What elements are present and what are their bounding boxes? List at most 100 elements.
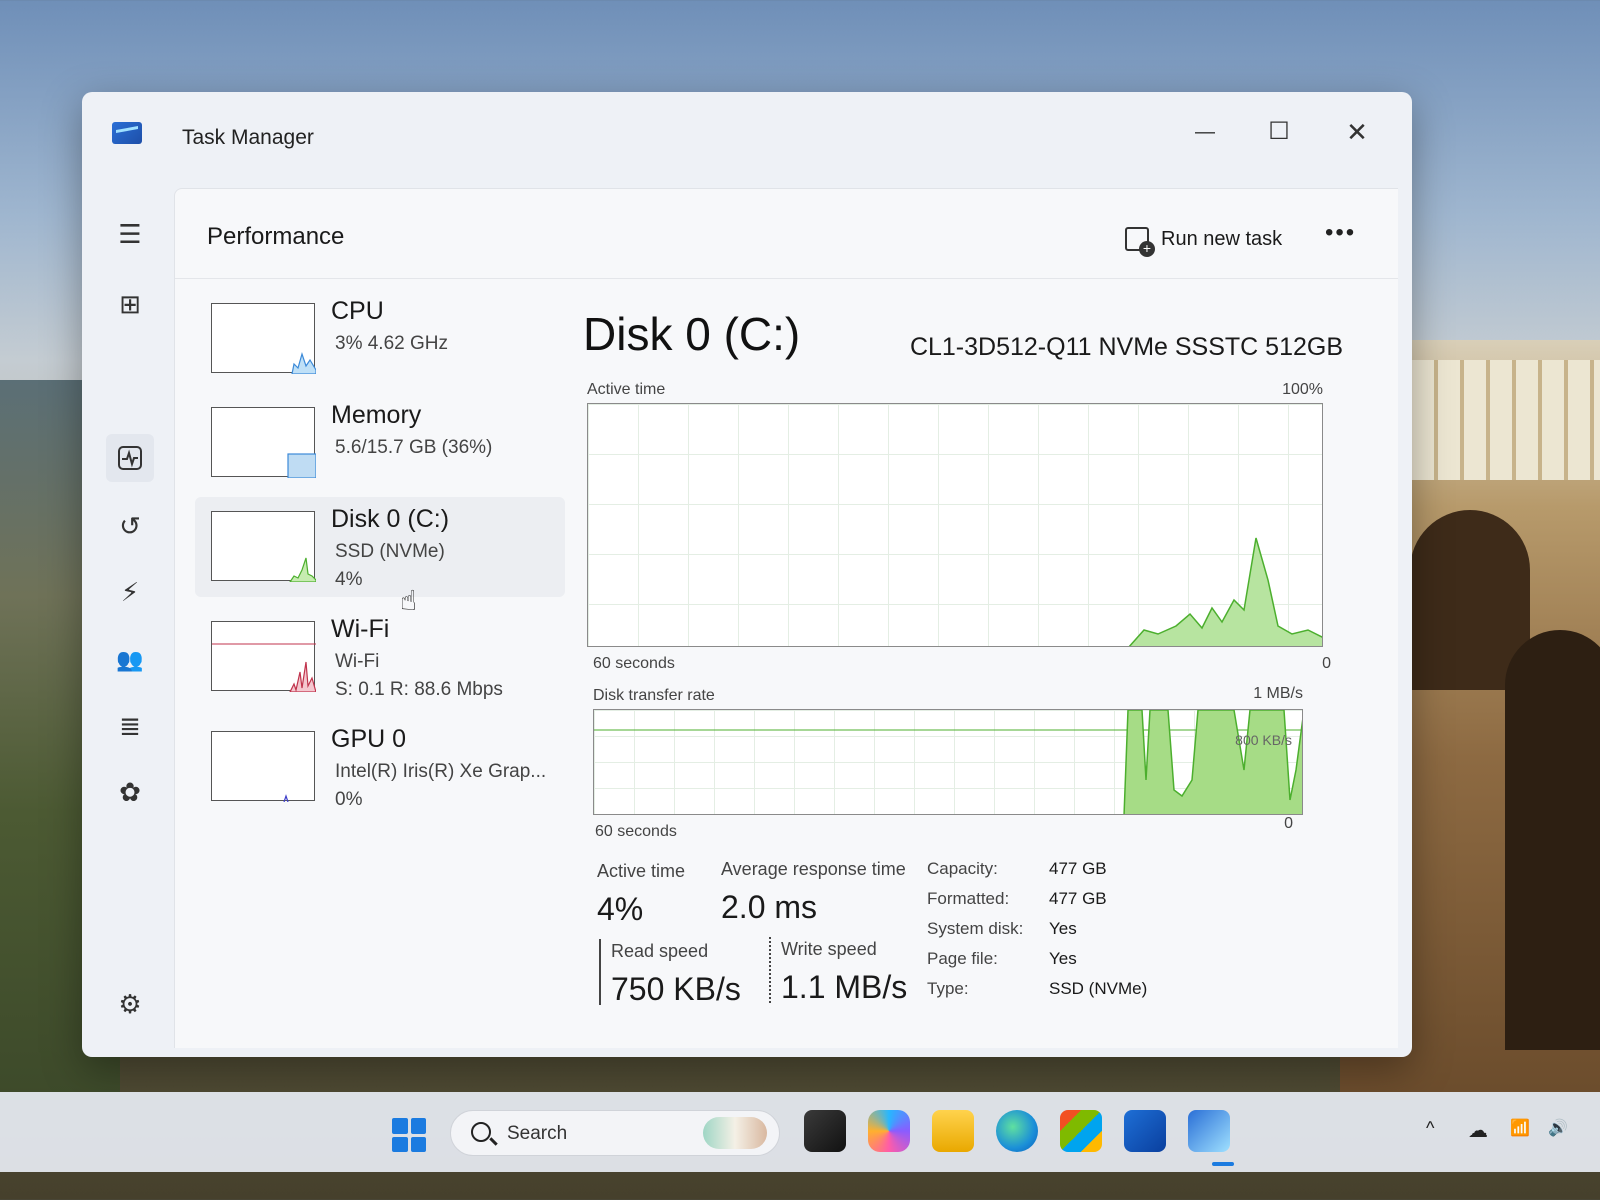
edge-icon[interactable] xyxy=(996,1110,1038,1152)
hand-pointer-cursor-icon: ☝ xyxy=(400,585,418,616)
active-time-value: 4% xyxy=(597,891,644,927)
device-item-memory[interactable]: Memory 5.6/15.7 GB (36%) xyxy=(195,393,565,493)
minimize-button[interactable]: — xyxy=(1180,114,1230,150)
device-throughput: S: 0.1 R: 88.6 Mbps xyxy=(335,679,503,700)
outlook-icon[interactable] xyxy=(1124,1110,1166,1152)
disk-mini-graph-svg xyxy=(288,557,317,583)
device-name: CPU xyxy=(331,297,384,325)
services-icon[interactable]: ✿ xyxy=(106,768,154,816)
task-manager-taskbar-icon[interactable] xyxy=(1188,1110,1230,1152)
property-value: 477 GB xyxy=(1049,859,1107,878)
task-manager-window: Task Manager — ☐ ✕ ☰ ⊞ ↺ ⚡ 👥 ≣ ✿ ⚙ Perfo… xyxy=(82,92,1412,1057)
wifi-mini-graph xyxy=(211,621,317,693)
cpu-mini-graph-area xyxy=(291,351,317,375)
desktop-bridge-arch-large xyxy=(1505,630,1600,1050)
avg-response-value: 2.0 ms xyxy=(721,889,818,925)
taskbar-search-box[interactable]: Search xyxy=(450,1110,780,1156)
write-speed-value: 1.1 MB/s xyxy=(781,969,908,1005)
startup-apps-icon[interactable]: ⚡ xyxy=(106,568,154,616)
transfer-graph-min: 0 xyxy=(1284,815,1293,832)
property-key: System disk: xyxy=(927,919,1024,938)
read-speed-divider xyxy=(599,939,601,1005)
memory-mini-graph xyxy=(211,407,317,479)
page-title: Performance xyxy=(207,223,345,250)
property-value: Yes xyxy=(1049,949,1077,968)
memory-mini-graph-fill xyxy=(287,453,317,479)
disk-mini-graph-area xyxy=(288,557,317,583)
active-time-graph-area xyxy=(1128,537,1322,646)
run-new-task-label: Run new task xyxy=(1161,227,1283,250)
microsoft-store-icon[interactable] xyxy=(1060,1110,1102,1152)
start-button[interactable] xyxy=(392,1118,426,1152)
task-manager-app-icon xyxy=(112,122,142,144)
panel-header: Performance Run new task ••• xyxy=(175,189,1398,279)
copilot-icon[interactable] xyxy=(868,1110,910,1152)
transfer-graph-mid-label: 800 KB/s xyxy=(1235,732,1292,748)
title-bar[interactable]: Task Manager — ☐ ✕ xyxy=(82,92,1412,180)
property-value: Yes xyxy=(1049,919,1077,938)
device-item-gpu[interactable]: GPU 0 Intel(R) Iris(R) Xe Grap... 0% xyxy=(195,717,565,817)
processes-icon[interactable]: ⊞ xyxy=(106,280,154,328)
gpu-mini-graph-svg xyxy=(283,794,289,803)
transfer-rate-graph: 800 KB/s xyxy=(593,709,1303,815)
details-icon[interactable]: ≣ xyxy=(106,702,154,750)
write-speed-label: Write speed xyxy=(781,939,877,959)
device-item-wifi[interactable]: Wi-Fi Wi-Fi S: 0.1 R: 88.6 Mbps xyxy=(195,607,565,707)
property-key: Type: xyxy=(927,979,969,998)
volume-tray-icon[interactable]: 🔊 xyxy=(1548,1118,1568,1138)
settings-gear-icon[interactable]: ⚙ xyxy=(106,980,154,1028)
avg-response-label: Average response time xyxy=(721,859,906,879)
active-time-graph-label: Active time xyxy=(587,381,666,398)
transfer-graph-max: 1 MB/s xyxy=(1253,685,1303,702)
tray-overflow-chevron-icon[interactable]: ^ xyxy=(1426,1118,1434,1139)
disk-model: CL1-3D512-Q11 NVMe SSSTC 512GB xyxy=(909,333,1343,361)
active-time-label: Active time xyxy=(597,861,686,881)
device-usage: 4% xyxy=(335,569,363,590)
wifi-tray-icon[interactable]: 📶 xyxy=(1510,1118,1530,1138)
device-detail: Wi-Fi xyxy=(335,651,380,672)
app-history-icon[interactable]: ↺ xyxy=(106,502,154,550)
device-name: GPU 0 xyxy=(331,725,407,753)
gpu-mini-graph-line xyxy=(283,794,289,803)
write-speed-divider xyxy=(769,937,771,1003)
property-value: SSD (NVMe) xyxy=(1049,979,1148,998)
device-detail: Intel(R) Iris(R) Xe Grap... xyxy=(335,761,547,782)
cloud-offline-icon[interactable]: ☁ xyxy=(1468,1118,1488,1143)
cpu-mini-graph-svg xyxy=(291,351,317,375)
performance-icon[interactable] xyxy=(106,434,154,482)
transfer-graph-label: Disk transfer rate xyxy=(593,687,715,704)
hamburger-menu-icon[interactable]: ☰ xyxy=(106,210,154,258)
active-time-graph-min: 0 xyxy=(1322,655,1331,672)
performance-pulse-icon xyxy=(118,446,142,470)
device-item-cpu[interactable]: CPU 3% 4.62 GHz xyxy=(195,289,565,389)
maximize-button[interactable]: ☐ xyxy=(1254,114,1304,150)
device-name: Wi-Fi xyxy=(331,615,390,643)
active-app-indicator xyxy=(1212,1162,1234,1166)
wifi-mini-graph-area xyxy=(289,661,317,693)
more-options-button[interactable]: ••• xyxy=(1325,219,1356,247)
device-detail: 3% 4.62 GHz xyxy=(335,333,448,354)
property-key: Capacity: xyxy=(927,859,998,878)
active-time-graph xyxy=(587,403,1323,647)
file-explorer-icon[interactable] xyxy=(932,1110,974,1152)
start-logo-tile xyxy=(410,1136,426,1152)
property-key: Page file: xyxy=(927,949,998,968)
device-detail: 5.6/15.7 GB (36%) xyxy=(335,437,493,458)
run-task-icon xyxy=(1125,227,1155,257)
device-usage: 0% xyxy=(335,789,363,810)
taskbar: Search ^ ☁ 📶 🔊 xyxy=(0,1092,1600,1172)
device-item-disk[interactable]: Disk 0 (C:) SSD (NVMe) 4% xyxy=(195,497,565,597)
cpu-mini-graph xyxy=(211,303,317,375)
search-placeholder: Search xyxy=(507,1123,568,1144)
run-new-task-button[interactable]: Run new task xyxy=(1125,223,1283,257)
device-name: Memory xyxy=(331,401,422,429)
transfer-graph-time: 60 seconds xyxy=(595,823,677,840)
device-detail: SSD (NVMe) xyxy=(335,541,445,562)
task-view-icon[interactable] xyxy=(804,1110,846,1152)
read-speed-value: 750 KB/s xyxy=(611,971,741,1007)
transfer-rate-graph-svg xyxy=(594,710,1302,814)
users-icon[interactable]: 👥 xyxy=(106,636,154,684)
search-icon xyxy=(471,1122,491,1142)
close-button[interactable]: ✕ xyxy=(1332,114,1382,150)
navigation-sidebar: ☰ ⊞ ↺ ⚡ 👥 ≣ ✿ ⚙ xyxy=(82,180,174,1057)
